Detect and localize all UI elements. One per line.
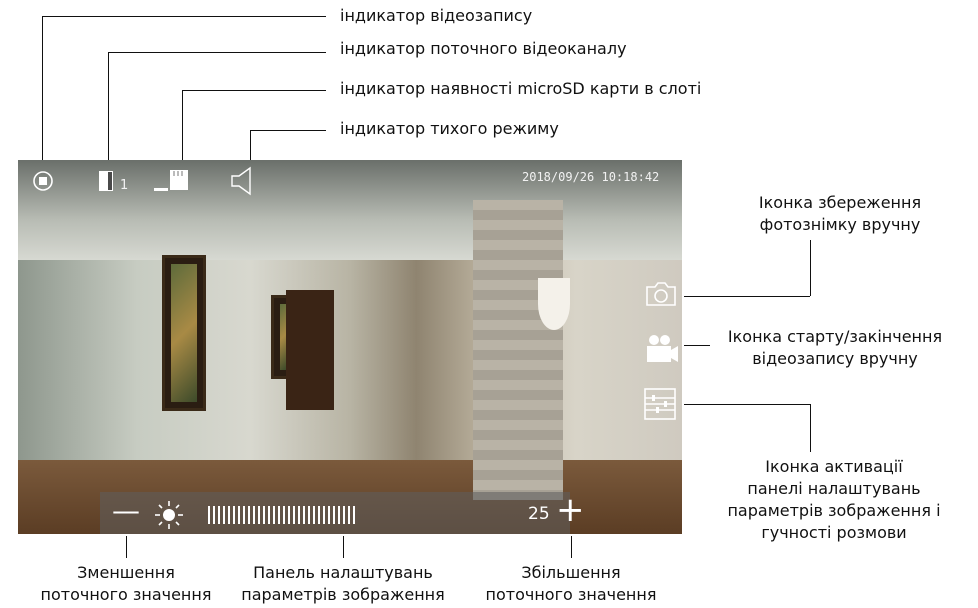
leader-recording-h [42,16,326,17]
label-increase: Збільшення поточного значення [485,563,657,604]
leader-channel-h [108,52,326,53]
leader-mute-h [250,130,326,131]
leader-increase [571,536,572,558]
wall-lamp [538,278,570,330]
record-indicator-icon [33,171,53,191]
camera-icon[interactable] [644,280,678,308]
door [286,290,334,410]
monitor-screen: 1 2018/09/26 10:18:42 — 25 + [18,160,682,534]
channel-number: 1 [120,178,129,193]
sliders-settings-icon[interactable] [644,388,676,420]
video-camera-icon[interactable] [644,332,680,364]
level-slider[interactable] [208,506,358,524]
leader-snapshot-v [810,240,811,296]
leader-record [684,345,710,346]
label-sd-indicator: індикатор наявності microSD карти в слот… [340,79,702,98]
increase-button[interactable]: + [556,492,585,528]
leader-sd-h [182,90,326,91]
sun-icon [155,501,183,529]
door-channel-icon [99,171,113,191]
leader-sd-v [182,90,183,168]
leader-snapshot-h [684,296,810,297]
leader-panel [343,536,344,558]
current-value: 25 [528,504,550,524]
leader-channel-v [108,52,109,168]
pillar [473,200,563,500]
sd-card-icon [154,170,188,191]
speaker-mute-icon [231,166,251,196]
label-snapshot: Іконка збереження фотознімку вручну [758,193,922,234]
label-channel-indicator: індикатор поточного відеоканалу [340,39,627,58]
leader-settings-v [810,404,811,452]
leader-recording-v [42,16,43,168]
decrease-button[interactable]: — [112,496,140,526]
label-mute-indicator: індикатор тихого режиму [340,119,559,138]
label-panel: Панель налаштувань параметрів зображення [241,563,445,604]
leader-settings-h [684,404,810,405]
label-record: Іконка старту/закінчення відеозапису вруч… [727,327,943,368]
label-recording-indicator: індикатор відеозапису [340,6,533,25]
label-decrease: Зменшення поточного значення [40,563,212,604]
label-settings: Іконка активації панелі налаштувань парам… [727,457,941,542]
leader-decrease [126,536,127,558]
painting-1 [162,255,206,411]
datetime-display: 2018/09/26 10:18:42 [522,170,660,184]
